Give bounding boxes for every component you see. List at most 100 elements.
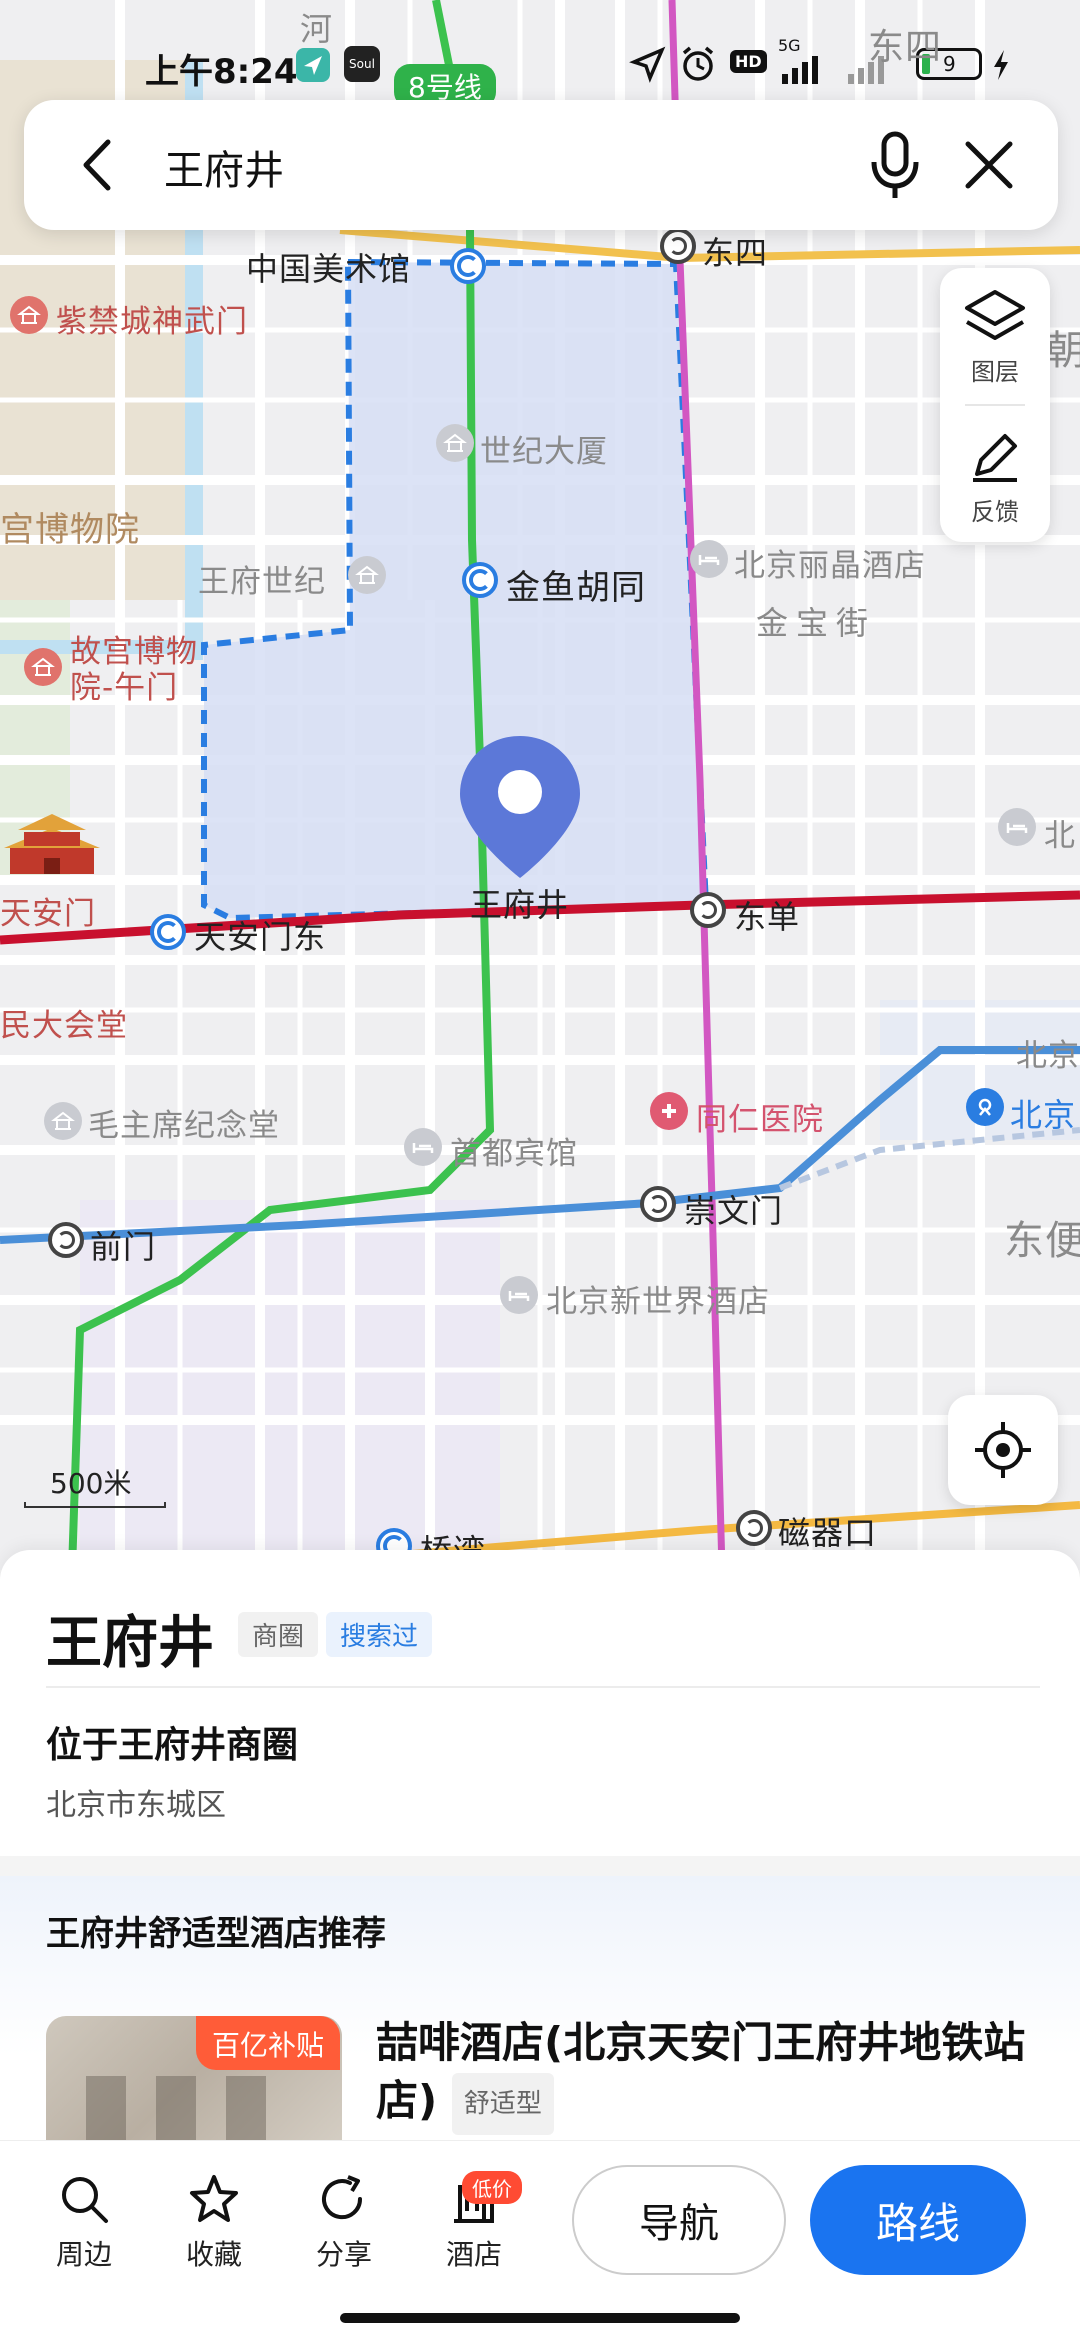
ciqikou-label[interactable]: 磁器口 — [778, 1508, 877, 1554]
network-type: 5G — [778, 36, 801, 55]
metro-station-icon[interactable] — [150, 914, 186, 950]
map-scale: 500米 — [24, 1462, 166, 1508]
microphone-icon[interactable] — [860, 128, 930, 202]
signal-icon — [782, 56, 818, 84]
tiananmen-east-label[interactable]: 天安门东 — [194, 912, 326, 958]
metro-station-icon[interactable] — [462, 562, 498, 598]
qianmen-label[interactable]: 前门 — [90, 1222, 156, 1268]
mausoleum-label[interactable]: 毛主席纪念堂 — [88, 1100, 280, 1145]
locate-button[interactable] — [948, 1395, 1058, 1505]
layers-button[interactable]: 图层 — [940, 268, 1050, 398]
favorite-label: 收藏 — [185, 2238, 242, 2271]
crosshair-icon — [975, 1422, 1031, 1478]
battery-level: 9 — [943, 52, 956, 76]
memorial-poi-icon[interactable] — [44, 1102, 82, 1140]
nearby-button[interactable]: 周边 — [34, 2171, 134, 2273]
jinbao-street-label: 金宝街 — [756, 604, 877, 642]
beijing-station-north-label[interactable]: 北京 — [1010, 1090, 1076, 1136]
place-title: 王府井 — [46, 1611, 214, 1676]
status-time: 上午8:24 — [145, 52, 298, 92]
map-view[interactable]: 上午8:24 Soul HD 5G 9 8号线 河 东四 朝 中国美术馆 东四 … — [0, 0, 1080, 1570]
navigate-button[interactable]: 导航 — [572, 2165, 786, 2275]
alarm-icon — [682, 46, 714, 81]
route-button[interactable]: 路线 — [810, 2165, 1026, 2275]
hotel-poi-icon[interactable] — [500, 1276, 538, 1314]
layers-label: 图层 — [971, 358, 1019, 386]
recommend-title: 王府井舒适型酒店推荐 — [46, 1914, 386, 1954]
wfj-century-label[interactable]: 王府世纪 — [198, 556, 326, 601]
art-museum-label[interactable]: 中国美术馆 — [246, 244, 411, 290]
capital-hotel-label[interactable]: 首都宾馆 — [450, 1128, 578, 1173]
chongwenmen-label[interactable]: 崇文门 — [684, 1186, 783, 1232]
gps-arrow-icon — [629, 46, 666, 83]
dongsi-top-label: 东四 — [868, 27, 943, 68]
search-input[interactable]: 王府井 — [164, 138, 284, 196]
share-button[interactable]: 分享 — [294, 2171, 394, 2273]
hotel-type-tag: 舒适型 — [451, 2072, 554, 2135]
transfer-station-icon[interactable] — [48, 1222, 84, 1258]
dongdan-label[interactable]: 东单 — [734, 892, 800, 938]
hotel-poi-icon[interactable] — [404, 1128, 442, 1166]
feedback-button[interactable]: 反馈 — [940, 408, 1050, 538]
hotel-poi-icon[interactable] — [998, 808, 1036, 846]
nearby-label: 周边 — [55, 2238, 112, 2271]
low-price-badge: 低价 — [462, 2171, 522, 2204]
hotel-recommend-section: 王府井舒适型酒店推荐 百亿补贴 喆啡酒店(北京天安门王府井地铁站店) 舒适型 — [0, 1876, 1080, 2176]
location-pin-icon[interactable] — [456, 732, 584, 882]
hospital-poi-icon[interactable] — [650, 1092, 688, 1130]
section-gap — [0, 1856, 1080, 1876]
category-tag: 商圈 — [238, 1612, 319, 1657]
wumen-label[interactable]: 故宫博物院-午门 — [70, 634, 220, 706]
subsidy-badge: 百亿补贴 — [196, 2016, 341, 2070]
regent-hotel-label[interactable]: 北京丽晶酒店 — [734, 540, 926, 585]
building-poi-icon[interactable] — [436, 424, 474, 462]
hotel-card[interactable]: 喆啡酒店(北京天安门王府井地铁站店) 舒适型 — [376, 2014, 1036, 2135]
layers-icon — [965, 290, 1025, 340]
landmark-poi-icon[interactable] — [10, 296, 48, 334]
great-hall-label[interactable]: 民大会堂 — [0, 1000, 128, 1045]
transfer-station-icon[interactable] — [660, 228, 696, 264]
tiananmen-label[interactable]: 天安门 — [0, 888, 96, 933]
palace-museum-label[interactable]: 宫博物院 — [0, 502, 140, 551]
charging-icon — [994, 50, 1008, 80]
hd-badge: HD — [730, 50, 767, 73]
scale-bar — [24, 1502, 166, 1508]
feedback-label: 反馈 — [971, 498, 1019, 526]
share-icon — [322, 2175, 363, 2220]
location-title[interactable]: 位于王府井商圈 — [46, 1716, 298, 1768]
divider — [965, 404, 1025, 406]
shenwumen-label[interactable]: 紫禁城神武门 — [56, 296, 248, 341]
landmark-poi-icon[interactable] — [24, 648, 62, 686]
favorite-button[interactable]: 收藏 — [164, 2171, 264, 2273]
river-label: 河 — [300, 10, 334, 48]
home-indicator[interactable] — [340, 2313, 740, 2323]
place-detail-sheet[interactable]: 王府井 商圈 搜索过 位于王府井商圈 北京市东城区 王府井舒适型酒店推荐 百亿补… — [0, 1550, 1080, 2176]
chao-label: 朝 — [1046, 328, 1080, 374]
tiananmen-landmark-icon[interactable] — [4, 808, 100, 878]
north-right-label[interactable]: 北 — [1044, 810, 1076, 855]
location-app-icon — [296, 48, 330, 82]
metro-station-icon[interactable] — [450, 248, 486, 284]
building-poi-icon[interactable] — [348, 556, 386, 594]
jinyu-hutong-label[interactable]: 金鱼胡同 — [506, 560, 646, 609]
railway-station-icon[interactable] — [966, 1088, 1004, 1126]
transfer-station-icon[interactable] — [640, 1186, 676, 1222]
close-icon[interactable] — [954, 130, 1024, 200]
dongsi-label[interactable]: 东四 — [702, 228, 768, 274]
tongren-hospital-label[interactable]: 同仁医院 — [696, 1094, 824, 1139]
bottom-action-bar: 周边 收藏 分享 酒店 低价 导航 路线 — [0, 2140, 1080, 2340]
century-building-label[interactable]: 世纪大厦 — [480, 426, 608, 471]
star-icon — [190, 2175, 238, 2222]
map-tools-panel: 图层 反馈 — [940, 268, 1050, 542]
searched-tag: 搜索过 — [326, 1612, 433, 1657]
wangfujing-map-label[interactable]: 王府井 — [470, 880, 569, 926]
share-label: 分享 — [315, 2238, 372, 2271]
newworld-hotel-label[interactable]: 北京新世界酒店 — [546, 1276, 770, 1321]
back-arrow-icon[interactable] — [64, 130, 134, 200]
search-bar[interactable]: 王府井 — [24, 100, 1058, 230]
beijing-station-short-label[interactable]: 北京 — [1016, 1030, 1080, 1075]
transfer-station-icon[interactable] — [690, 892, 726, 928]
soul-app-icon: Soul — [344, 46, 380, 82]
transfer-station-icon[interactable] — [736, 1510, 772, 1546]
hotel-poi-icon[interactable] — [690, 540, 728, 578]
